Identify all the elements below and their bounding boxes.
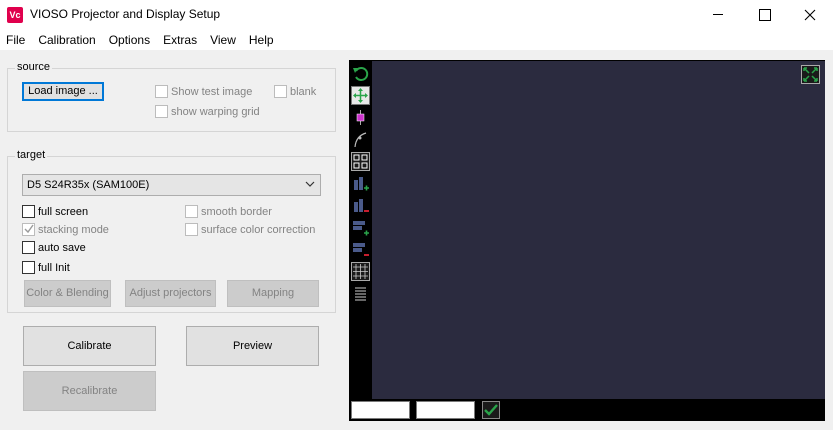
move-arrows-icon[interactable] [351, 86, 370, 105]
target-group-label: target [15, 149, 48, 161]
auto-save-box[interactable] [22, 241, 35, 254]
remove-column-icon[interactable] [351, 196, 370, 215]
menu-bar: File Calibration Options Extras View Hel… [0, 30, 833, 50]
show-warping-grid-checkbox[interactable]: show warping grid [155, 105, 260, 118]
recalibrate-button[interactable]: Recalibrate [23, 371, 156, 411]
smooth-border-label: smooth border [201, 205, 272, 218]
auto-save-checkbox[interactable]: auto save [22, 241, 86, 254]
display-select-value: D5 S24R35x (SAM100E) [27, 179, 150, 191]
add-column-icon[interactable] [351, 174, 370, 193]
confirm-check-icon[interactable] [482, 401, 500, 419]
preview-viewport [349, 60, 825, 421]
lines-list-icon[interactable] [351, 284, 370, 303]
show-test-image-checkbox[interactable]: Show test image [155, 85, 252, 98]
full-screen-box[interactable] [22, 205, 35, 218]
value-field-1[interactable] [351, 401, 410, 419]
smooth-border-box[interactable] [185, 205, 198, 218]
close-button[interactable] [787, 0, 833, 30]
blank-box[interactable] [274, 85, 287, 98]
close-icon [804, 9, 816, 21]
undo-icon[interactable] [351, 64, 370, 83]
mesh-grid-icon[interactable] [351, 262, 370, 281]
add-row-icon[interactable] [351, 218, 370, 237]
menu-calibration[interactable]: Calibration [32, 30, 102, 50]
adjust-projectors-button[interactable]: Adjust projectors [125, 280, 216, 307]
surface-color-correction-box[interactable] [185, 223, 198, 236]
full-init-box[interactable] [22, 261, 35, 274]
minimize-button[interactable] [695, 0, 741, 30]
preview-canvas[interactable] [372, 61, 825, 399]
preview-button[interactable]: Preview [186, 326, 319, 366]
checkmark-icon [24, 224, 34, 234]
curve-tool-icon[interactable] [351, 130, 370, 149]
menu-options[interactable]: Options [103, 30, 157, 50]
app-logo-icon: Vc [7, 7, 23, 23]
menu-view[interactable]: View [204, 30, 243, 50]
source-group-label: source [15, 61, 53, 73]
show-warping-grid-label: show warping grid [171, 105, 260, 118]
surface-color-correction-checkbox[interactable]: surface color correction [185, 223, 315, 236]
stacking-mode-checkbox[interactable]: stacking mode [22, 223, 109, 236]
load-image-button[interactable]: Load image ... [22, 82, 104, 101]
stacking-mode-box[interactable] [22, 223, 35, 236]
stacking-mode-label: stacking mode [38, 223, 109, 236]
menu-help[interactable]: Help [243, 30, 281, 50]
auto-save-label: auto save [38, 241, 86, 254]
full-init-checkbox[interactable]: full Init [22, 261, 70, 274]
window-title: VIOSO Projector and Display Setup [30, 7, 221, 21]
value-field-2[interactable] [416, 401, 475, 419]
show-test-image-box[interactable] [155, 85, 168, 98]
full-screen-checkbox[interactable]: full screen [22, 205, 88, 218]
blank-checkbox[interactable]: blank [274, 85, 316, 98]
mapping-button[interactable]: Mapping [227, 280, 319, 307]
surface-color-correction-label: surface color correction [201, 223, 316, 236]
full-screen-label: full screen [38, 205, 89, 218]
chevron-down-icon [305, 181, 315, 187]
grid-points-icon[interactable] [351, 152, 370, 171]
show-test-image-label: Show test image [171, 85, 253, 98]
display-select[interactable]: D5 S24R35x (SAM100E) [22, 174, 321, 196]
title-bar: Vc VIOSO Projector and Display Setup [0, 0, 833, 30]
menu-file[interactable]: File [0, 30, 32, 50]
full-init-label: full Init [38, 261, 70, 274]
maximize-button[interactable] [741, 0, 787, 30]
smooth-border-checkbox[interactable]: smooth border [185, 205, 272, 218]
remove-row-icon[interactable] [351, 240, 370, 259]
fullscreen-icon[interactable] [801, 65, 820, 84]
show-warping-grid-box[interactable] [155, 105, 168, 118]
color-blending-button[interactable]: Color & Blending [24, 280, 111, 307]
calibrate-button[interactable]: Calibrate [23, 326, 156, 366]
pin-icon[interactable] [351, 108, 370, 127]
blank-label: blank [290, 85, 317, 98]
menu-extras[interactable]: Extras [157, 30, 204, 50]
